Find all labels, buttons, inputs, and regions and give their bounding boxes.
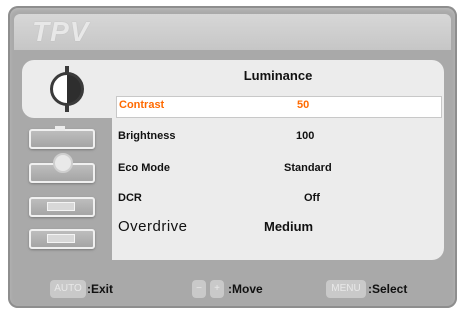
menu-row-dcr[interactable]: DCR Off [116,190,440,210]
osd-footer: AUTO :Exit − + :Move MENU :Select [14,272,451,306]
menu-row-eco-mode[interactable]: Eco Mode Standard [116,160,440,180]
row-label: Overdrive [118,218,188,235]
move-hint: :Move [228,282,263,296]
tab-image-setup[interactable] [16,124,108,154]
row-label: Eco Mode [118,162,170,174]
menu-row-brightness[interactable]: Brightness 100 [116,128,440,148]
tab-picture-boost[interactable] [16,192,108,222]
menu-tabs [16,60,112,260]
row-value: 50 [297,99,310,111]
menu-row-contrast[interactable]: Contrast 50 [116,96,442,118]
menu-key[interactable]: MENU [326,280,366,298]
row-label: DCR [118,192,142,204]
row-label: Contrast [119,99,165,111]
row-value: Off [304,192,320,204]
tab-color-temp[interactable] [16,153,108,188]
image-setup-icon [29,126,95,149]
picture-boost-icon [29,197,95,217]
auto-key[interactable]: AUTO [50,280,86,298]
panel-title: Luminance [243,68,313,83]
brand-logo: TPV [32,16,90,47]
row-value: Medium [264,219,314,234]
row-value: 100 [296,130,315,142]
osd-setup-icon [29,229,95,249]
tab-luminance[interactable] [22,60,112,118]
luminance-panel: Luminance Contrast 50 Brightness 100 Eco… [112,60,444,260]
exit-hint: :Exit [87,282,114,296]
menu-row-overdrive[interactable]: Overdrive Medium [116,218,440,238]
up-key[interactable]: + [210,280,224,298]
minus-icon: − [196,283,202,294]
down-key[interactable]: − [192,280,206,298]
row-label: Brightness [118,130,176,142]
luminance-icon [50,66,84,112]
plus-icon: + [214,283,220,294]
color-temp-icon [29,153,95,183]
tab-osd-setup[interactable] [16,224,108,254]
row-value: Standard [284,162,332,174]
select-hint: :Select [368,282,408,296]
